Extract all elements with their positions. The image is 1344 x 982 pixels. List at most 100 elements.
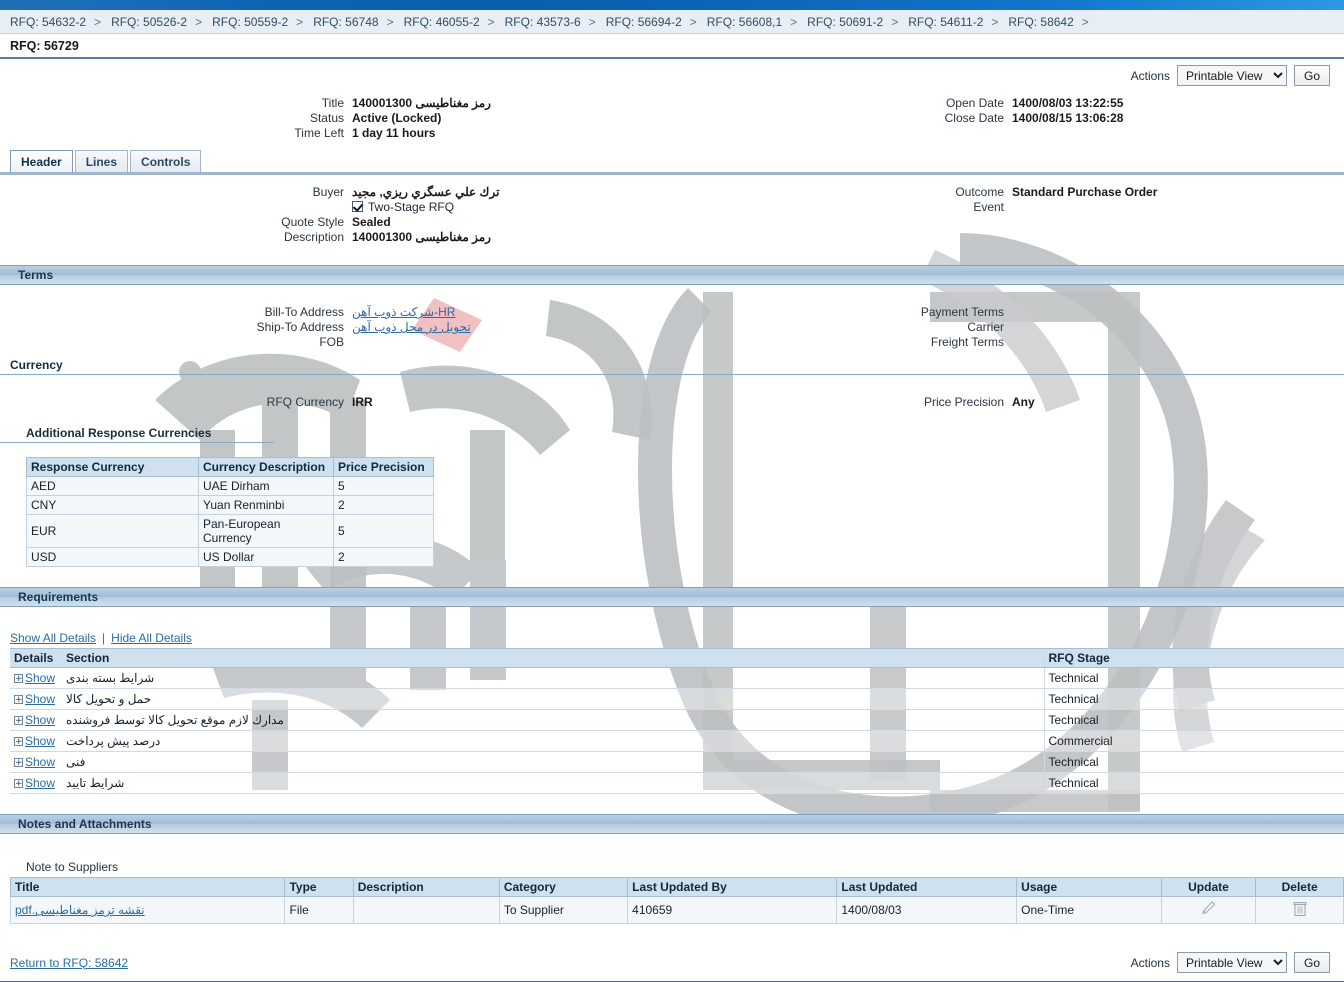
actions-select[interactable]: Printable View bbox=[1176, 65, 1287, 86]
breadcrumb-separator: > bbox=[588, 14, 596, 29]
go-button[interactable]: Go bbox=[1293, 65, 1330, 86]
field-value: 1400/08/03 13:22:55 bbox=[1012, 96, 1124, 110]
tab-lines[interactable]: Lines bbox=[74, 150, 129, 172]
table-cell: 2 bbox=[333, 495, 434, 515]
table-row: EUR Pan-European Currency 5 bbox=[26, 514, 434, 548]
show-details-link[interactable]: Show bbox=[25, 755, 55, 769]
expand-plus-icon[interactable]: + bbox=[14, 674, 23, 684]
show-details-link[interactable]: Show bbox=[25, 734, 55, 748]
field-value: رمز مغناطیسی 140001300 bbox=[352, 230, 491, 244]
expand-plus-icon[interactable]: + bbox=[14, 737, 23, 747]
last-updated-by-cell: 410659 bbox=[627, 896, 838, 924]
field-label: Freight Terms bbox=[930, 335, 1004, 349]
show-details-link[interactable]: Show bbox=[25, 671, 55, 685]
breadcrumb-item-7[interactable]: RFQ: 56608,1 bbox=[705, 15, 784, 29]
field-label: Payment Terms bbox=[920, 305, 1004, 319]
show-details-link[interactable]: Show bbox=[25, 692, 55, 706]
breadcrumb-separator: > bbox=[94, 14, 102, 29]
field-row: Title رمز مغناطیسی 140001300 bbox=[0, 96, 672, 110]
field-row: Status Active (Locked) bbox=[0, 111, 672, 125]
field-value: رمز مغناطیسی 140001300 bbox=[352, 96, 491, 110]
update-cell[interactable] bbox=[1160, 896, 1257, 924]
show-all-details-link[interactable]: Show All Details bbox=[10, 631, 96, 645]
rfq-stage-cell: Technical bbox=[1043, 772, 1344, 794]
page-title: RFQ: 56729 bbox=[10, 39, 79, 53]
expand-plus-icon[interactable]: + bbox=[14, 716, 23, 726]
footer-go-button[interactable]: Go bbox=[1293, 952, 1330, 973]
tab-header[interactable]: Header bbox=[10, 150, 73, 172]
section-cell: شرایط بسته بندی bbox=[62, 667, 1044, 689]
show-details-link[interactable]: Show bbox=[25, 713, 55, 727]
rfq-view-page: RFQ: 54632-2 > RFQ: 50526-2 > RFQ: 50559-2 > R… bbox=[0, 0, 1344, 982]
breadcrumb-item-9[interactable]: RFQ: 54611-2 bbox=[906, 15, 985, 29]
requirements-table: Details Section RFQ Stage + Show شرایط بسته ب… bbox=[10, 648, 1344, 794]
field-label: RFQ Currency bbox=[266, 395, 344, 409]
table-cell: UAE Dirham bbox=[198, 476, 334, 496]
breadcrumb-item-1[interactable]: RFQ: 50526-2 bbox=[109, 15, 189, 29]
breadcrumb-item-6[interactable]: RFQ: 56694-2 bbox=[604, 15, 684, 29]
column-header: Last Updated bbox=[836, 877, 1018, 897]
field-label: Buyer bbox=[312, 185, 344, 199]
show-details-link[interactable]: Show bbox=[25, 776, 55, 790]
table-row: CNY Yuan Renminbi 2 bbox=[26, 495, 434, 515]
requirements-panel: Show All Details | Hide All Details Detail… bbox=[0, 607, 1344, 814]
field-label: Bill-To Address bbox=[264, 305, 344, 319]
breadcrumb-item-8[interactable]: RFQ: 50691-2 bbox=[805, 15, 885, 29]
table-cell: 2 bbox=[333, 547, 434, 567]
field-row: RFQ Currency IRR bbox=[0, 395, 672, 409]
field-value: Standard Purchase Order bbox=[1012, 185, 1158, 199]
field-value-link[interactable]: تحویل در محل ذوب آهن bbox=[352, 320, 471, 334]
column-header: RFQ Stage bbox=[1043, 648, 1344, 668]
field-value-link[interactable]: شركت ذوب آهن-HR bbox=[352, 305, 455, 319]
details-cell: + Show bbox=[10, 688, 62, 710]
table-cell: USD bbox=[26, 547, 199, 567]
field-label: Close Date bbox=[944, 111, 1004, 125]
field-label: Quote Style bbox=[281, 215, 344, 229]
breadcrumb-item-5[interactable]: RFQ: 43573-6 bbox=[503, 15, 583, 29]
expand-plus-icon[interactable]: + bbox=[14, 758, 23, 768]
hide-all-details-link[interactable]: Hide All Details bbox=[111, 631, 192, 645]
return-to-rfq-link[interactable]: Return to RFQ: 58642 bbox=[10, 956, 128, 970]
section-cell: حمل و تحویل کالا bbox=[62, 688, 1044, 710]
expand-plus-icon[interactable]: + bbox=[14, 779, 23, 789]
expand-plus-icon[interactable]: + bbox=[14, 695, 23, 705]
breadcrumb-item-0[interactable]: RFQ: 54632-2 bbox=[8, 15, 88, 29]
table-row: + Show فنی Technical bbox=[10, 751, 1344, 773]
two-stage-rfq-row: Two-Stage RFQ bbox=[0, 200, 672, 214]
breadcrumb-item-4[interactable]: RFQ: 46055-2 bbox=[402, 15, 482, 29]
field-label: Event bbox=[973, 200, 1004, 214]
footer-actions-select[interactable]: Printable View bbox=[1176, 952, 1287, 973]
rfq-stage-cell: Technical bbox=[1043, 667, 1344, 689]
column-header: Response Currency bbox=[26, 457, 199, 477]
field-label: Open Date bbox=[945, 96, 1004, 110]
breadcrumb-separator: > bbox=[891, 14, 899, 29]
field-value: 1400/08/15 13:06:28 bbox=[1012, 111, 1124, 125]
rfq-stage-cell: Commercial bbox=[1043, 730, 1344, 752]
pencil-icon[interactable] bbox=[1200, 900, 1217, 917]
delete-cell[interactable] bbox=[1255, 896, 1344, 924]
table-cell: AED bbox=[26, 476, 199, 496]
currency-right-column: Price Precision Any bbox=[672, 395, 1344, 410]
attachment-title-link[interactable]: نقشه ترمز مغناطیسی.pdf bbox=[15, 903, 145, 917]
breadcrumb-separator: > bbox=[790, 14, 798, 29]
field-row: Ship-To Address تحویل در محل ذوب آهن bbox=[0, 320, 672, 334]
field-value: Sealed bbox=[352, 215, 391, 229]
tab-strip: Header Lines Controls bbox=[0, 150, 1344, 175]
breadcrumb-separator: > bbox=[991, 14, 999, 29]
summary-right-column: Open Date 1400/08/03 13:22:55 Close Date 14… bbox=[672, 96, 1344, 141]
rfq-stage-cell: Technical bbox=[1043, 751, 1344, 773]
breadcrumb-separator: > bbox=[487, 14, 495, 29]
details-cell: + Show bbox=[10, 751, 62, 773]
breadcrumb-item-2[interactable]: RFQ: 50559-2 bbox=[210, 15, 290, 29]
trash-icon[interactable] bbox=[1292, 900, 1308, 917]
field-row: Carrier bbox=[672, 320, 1344, 334]
breadcrumb-item-3[interactable]: RFQ: 56748 bbox=[311, 15, 380, 29]
two-stage-rfq-checkbox-wrap[interactable]: Two-Stage RFQ bbox=[352, 200, 454, 214]
breadcrumb-item-10[interactable]: RFQ: 58642 bbox=[1006, 15, 1075, 29]
field-row: Freight Terms bbox=[672, 335, 1344, 349]
attachment-title-cell: نقشه ترمز مغناطیسی.pdf bbox=[9, 896, 286, 924]
field-row: Time Left 1 day 11 hours bbox=[0, 126, 672, 140]
tab-controls[interactable]: Controls bbox=[130, 150, 202, 172]
field-value: شركت ذوب آهن-HR bbox=[352, 305, 455, 319]
checkbox-icon[interactable] bbox=[352, 201, 363, 212]
